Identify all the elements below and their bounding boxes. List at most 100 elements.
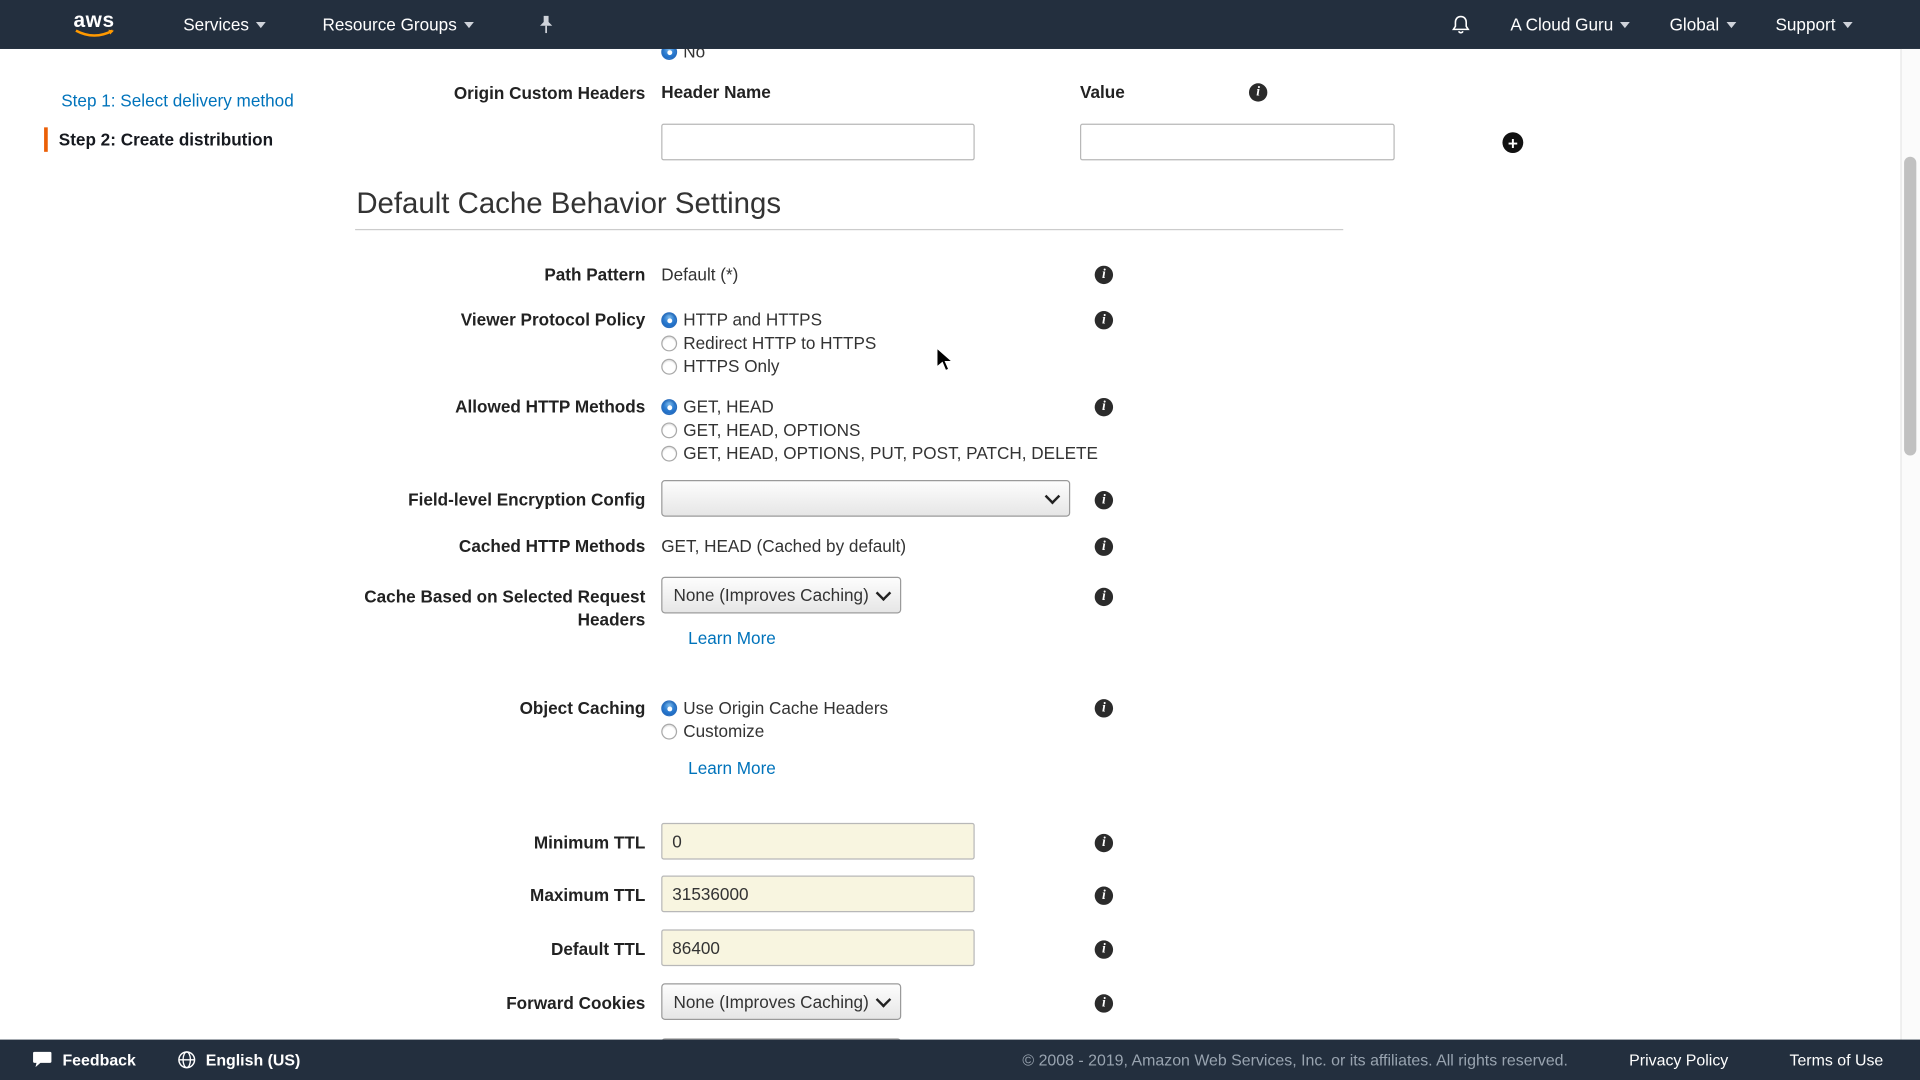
- field-level-encryption-info-icon[interactable]: [1095, 491, 1113, 509]
- scrollbar-thumb[interactable]: [1904, 157, 1916, 456]
- field-level-encryption-label: Field-level Encryption Config: [355, 480, 645, 512]
- cache-based-headers-info-icon[interactable]: [1095, 588, 1113, 606]
- forward-cookies-info-icon[interactable]: [1095, 994, 1113, 1012]
- chevron-down-icon: [1726, 21, 1736, 27]
- nav-support[interactable]: Support: [1775, 15, 1852, 35]
- default-ttl-label: Default TTL: [355, 929, 645, 961]
- maximum-ttl-info-icon[interactable]: [1095, 887, 1113, 905]
- custom-headers-info-icon[interactable]: [1249, 83, 1267, 101]
- viewer-protocol-option-http-and-https[interactable]: HTTP and HTTPS: [661, 309, 1090, 332]
- aws-logo[interactable]: aws: [73, 10, 114, 38]
- minimum-ttl-row: Minimum TTL: [355, 823, 1902, 860]
- allowed-methods-option-get-head-options[interactable]: GET, HEAD, OPTIONS: [661, 419, 1090, 442]
- allowed-methods-option-get-head[interactable]: GET, HEAD: [661, 396, 1090, 419]
- cache-based-headers-row: Cache Based on Selected Request Headers …: [355, 577, 1902, 648]
- forward-cookies-row: Forward Cookies None (Improves Caching): [355, 983, 1902, 1020]
- header-value-input[interactable]: [1080, 124, 1395, 161]
- object-caching-learn-more-link[interactable]: Learn More: [688, 758, 776, 778]
- viewer-protocol-option-https-only[interactable]: HTTPS Only: [661, 355, 1090, 378]
- path-pattern-value: Default (*): [661, 264, 738, 284]
- sidebar-step-2[interactable]: Step 2: Create distribution: [44, 127, 331, 151]
- radio-checked-icon: [661, 399, 677, 415]
- select-value: None (Improves Caching): [673, 585, 868, 605]
- nav-services-label: Services: [183, 15, 249, 35]
- nav-left: aws Services Resource Groups: [0, 10, 555, 38]
- viewer-protocol-policy-info-icon[interactable]: [1095, 311, 1113, 329]
- cache-based-headers-label: Cache Based on Selected Request Headers: [355, 577, 645, 632]
- radio-label: Use Origin Cache Headers: [683, 697, 888, 720]
- object-caching-option-origin-headers[interactable]: Use Origin Cache Headers: [661, 697, 1090, 720]
- allowed-methods-option-all[interactable]: GET, HEAD, OPTIONS, PUT, POST, PATCH, DE…: [661, 442, 1090, 465]
- chevron-down-icon: [464, 21, 474, 27]
- notifications-button[interactable]: [1452, 14, 1472, 35]
- cache-headers-learn-more-link[interactable]: Learn More: [688, 628, 776, 648]
- scrollbar-track[interactable]: [1900, 49, 1920, 1040]
- nav-resource-groups[interactable]: Resource Groups: [322, 15, 473, 35]
- nav-right: A Cloud Guru Global Support: [1412, 14, 1920, 35]
- radio-unchecked-icon: [661, 359, 677, 375]
- viewer-protocol-policy-label: Viewer Protocol Policy: [355, 309, 645, 332]
- field-level-encryption-select[interactable]: [661, 480, 1070, 517]
- chevron-down-icon: [1045, 489, 1061, 505]
- add-header-button[interactable]: [1502, 132, 1523, 153]
- object-caching-info-icon[interactable]: [1095, 699, 1113, 717]
- forward-cookies-select[interactable]: None (Improves Caching): [661, 983, 901, 1020]
- footer-left: Feedback English (US): [32, 1051, 300, 1069]
- allowed-http-methods-info-icon[interactable]: [1095, 398, 1113, 416]
- viewport: aws Services Resource Groups: [0, 0, 1920, 1080]
- bell-icon: [1452, 14, 1472, 35]
- object-caching-label: Object Caching: [355, 697, 645, 720]
- radio-unchecked-icon: [661, 336, 677, 352]
- chevron-down-icon: [1621, 21, 1631, 27]
- path-pattern-row: Path Pattern Default (*): [355, 263, 1902, 286]
- minimum-ttl-input[interactable]: [661, 823, 974, 860]
- radio-checked-icon: [661, 700, 677, 716]
- globe-icon: [178, 1051, 196, 1069]
- select-value: None (Improves Caching): [673, 992, 868, 1012]
- forward-cookies-label: Forward Cookies: [355, 983, 645, 1015]
- nav-account[interactable]: A Cloud Guru: [1510, 15, 1630, 35]
- nav-services[interactable]: Services: [183, 15, 266, 35]
- pin-button[interactable]: [538, 15, 555, 35]
- header-name-input[interactable]: [661, 124, 974, 161]
- language-button[interactable]: English (US): [178, 1051, 301, 1069]
- default-ttl-row: Default TTL: [355, 929, 1902, 966]
- privacy-policy-link[interactable]: Privacy Policy: [1629, 1051, 1728, 1069]
- minimum-ttl-info-icon[interactable]: [1095, 834, 1113, 852]
- radio-unchecked-icon: [661, 446, 677, 462]
- radio-checked-icon: [661, 312, 677, 328]
- feedback-button[interactable]: Feedback: [32, 1051, 136, 1069]
- sidebar-step-1[interactable]: Step 1: Select delivery method: [61, 88, 330, 112]
- chevron-down-icon: [256, 21, 266, 27]
- default-ttl-info-icon[interactable]: [1095, 940, 1113, 958]
- chevron-down-icon: [876, 992, 892, 1008]
- language-label: English (US): [206, 1051, 301, 1069]
- minimum-ttl-label: Minimum TTL: [355, 823, 645, 855]
- cache-based-headers-select[interactable]: None (Improves Caching): [661, 577, 901, 614]
- top-nav: aws Services Resource Groups: [0, 0, 1920, 49]
- wizard-sidebar: Step 1: Select delivery method Step 2: C…: [0, 49, 331, 1040]
- nav-support-label: Support: [1775, 15, 1835, 35]
- radio-label: Customize: [683, 720, 764, 743]
- main-content: No Origin Custom Headers Header Name Val…: [355, 49, 1902, 1080]
- nav-region-label: Global: [1670, 15, 1720, 35]
- aws-smile-icon: [74, 29, 113, 39]
- section-title: Default Cache Behavior Settings: [356, 187, 1901, 221]
- radio-label: GET, HEAD, OPTIONS, PUT, POST, PATCH, DE…: [683, 442, 1098, 465]
- maximum-ttl-input[interactable]: [661, 876, 974, 913]
- radio-label: HTTP and HTTPS: [683, 309, 822, 332]
- path-pattern-info-icon[interactable]: [1095, 266, 1113, 284]
- maximum-ttl-label: Maximum TTL: [355, 876, 645, 908]
- viewer-protocol-option-redirect[interactable]: Redirect HTTP to HTTPS: [661, 332, 1090, 355]
- default-ttl-input[interactable]: [661, 929, 974, 966]
- object-caching-option-customize[interactable]: Customize: [661, 720, 1090, 743]
- footer-right: © 2008 - 2019, Amazon Web Services, Inc.…: [1022, 1051, 1883, 1069]
- viewer-protocol-policy-row: Viewer Protocol Policy HTTP and HTTPS Re…: [355, 309, 1902, 379]
- nav-region[interactable]: Global: [1670, 15, 1737, 35]
- origin-custom-headers-label: Origin Custom Headers: [355, 82, 645, 105]
- pin-icon: [538, 15, 555, 35]
- origin-custom-headers-inputs: [355, 124, 1902, 163]
- radio-label: HTTPS Only: [683, 355, 779, 378]
- cached-http-methods-info-icon[interactable]: [1095, 538, 1113, 556]
- terms-of-use-link[interactable]: Terms of Use: [1789, 1051, 1883, 1069]
